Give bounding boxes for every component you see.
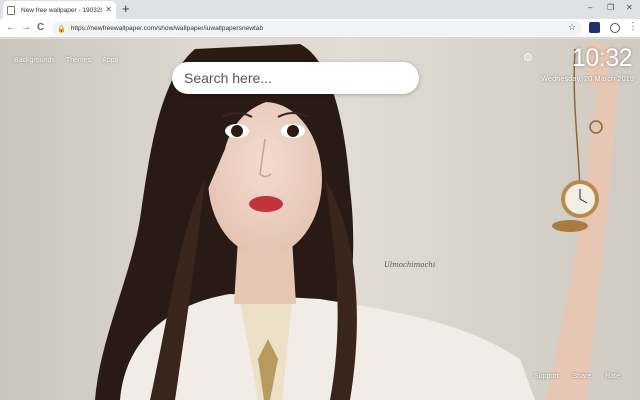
tab-strip: New free wallpaper - 19032019 ✕ + – ❐ ✕ [0,0,640,19]
browser-toolbar: ← → C 🔒 https://newfreewallpaper.com/sho… [0,19,640,38]
page-icon [7,5,15,15]
top-nav: Backgrounds Themes Apps [14,57,118,64]
rate-link[interactable]: Rate [605,373,620,380]
close-window-button[interactable]: ✕ [626,2,633,14]
search-input[interactable] [184,70,419,86]
clock-date: Wednesday, 20 March 2019 [540,74,634,83]
url-text[interactable]: https://newfreewallpaper.com/show/wallpa… [71,25,263,32]
reload-button[interactable]: C [37,21,44,35]
extension-icon[interactable] [589,22,600,33]
lock-icon: 🔒 [57,25,66,33]
forward-button[interactable]: → [21,21,31,35]
signature-watermark: Ulmochimochi [384,261,435,269]
minimize-button[interactable]: – [588,2,592,14]
bookmark-star-icon[interactable]: ☆ [568,22,576,33]
new-tab-button[interactable]: + [122,1,130,17]
apps-link[interactable]: Apps [102,57,118,64]
back-button[interactable]: ← [6,21,16,35]
maximize-button[interactable]: ❐ [607,2,614,14]
backgrounds-link[interactable]: Backgrounds [14,57,55,64]
wallpaper-page: Ulmochimochi Backgrounds Themes Apps ⚙ 1… [0,39,640,400]
share-link[interactable]: Share [573,373,592,380]
search-box[interactable] [172,62,419,94]
menu-icon[interactable]: ⋮ [628,20,638,34]
address-bar[interactable]: 🔒 https://newfreewallpaper.com/show/wall… [52,21,582,36]
support-link[interactable]: Support [534,373,559,380]
footer-nav: Support Share Rate [534,373,620,380]
themes-link[interactable]: Themes [66,57,91,64]
tab-title: New free wallpaper - 19032019 [21,6,102,14]
clock-time: 10:32 [571,44,633,72]
tab-close-icon[interactable]: ✕ [105,6,112,14]
settings-gear-icon[interactable]: ⚙ [523,51,533,64]
browser-tab[interactable]: New free wallpaper - 19032019 ✕ [3,1,116,19]
profile-icon[interactable] [610,23,620,33]
